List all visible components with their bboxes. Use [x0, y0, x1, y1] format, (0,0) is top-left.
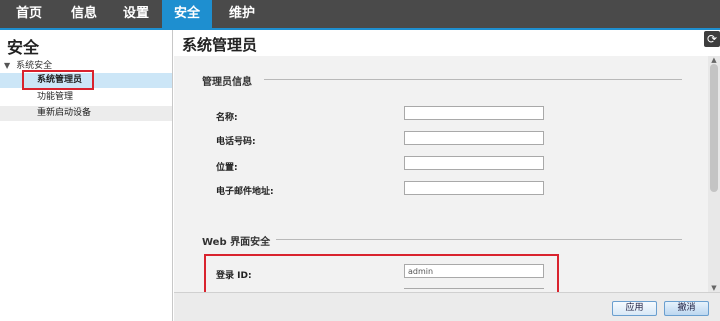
scroll-thumb[interactable] [710, 64, 718, 192]
tab-info[interactable]: 信息 [58, 0, 110, 28]
field-label-location: 位置: [216, 163, 238, 173]
section-title-admin-info: 管理员信息 [202, 77, 252, 88]
scrollbar[interactable]: ▲ ▼ [708, 56, 720, 292]
section-divider [276, 239, 682, 240]
field-label-phone: 电话号码: [216, 137, 256, 147]
scroll-up-arrow-icon[interactable]: ▲ [709, 56, 719, 64]
tab-settings[interactable]: 设置 [110, 0, 162, 28]
refresh-icon[interactable]: ⟳ [704, 31, 720, 47]
action-footer: 应用 撤消 [174, 292, 720, 321]
sidebar-item-restart-device[interactable]: 重新启动设备 [0, 106, 172, 121]
field-label-email: 电子邮件地址: [216, 187, 274, 197]
location-field[interactable] [404, 156, 544, 170]
highlight-box [22, 70, 94, 90]
highlight-box [204, 254, 559, 294]
tab-maintenance[interactable]: 维护 [212, 0, 272, 28]
sidebar-title: 安全 [7, 38, 40, 57]
email-field[interactable] [404, 181, 544, 195]
sidebar-item-label: 重新启动设备 [37, 108, 92, 118]
section-title-web-security: Web 界面安全 [202, 237, 271, 248]
page-title: 系统管理员 [182, 36, 258, 54]
tab-home[interactable]: 首页 [0, 0, 58, 28]
phone-field[interactable] [404, 131, 544, 145]
name-field[interactable] [404, 106, 544, 120]
cancel-button[interactable]: 撤消 [664, 301, 709, 316]
expand-triangle-icon[interactable]: ▼ [4, 61, 10, 70]
top-nav-bar: 首页 信息 设置 安全 维护 [0, 0, 720, 28]
tab-security[interactable]: 安全 [162, 0, 212, 28]
apply-button[interactable]: 应用 [612, 301, 657, 316]
field-label-name: 名称: [216, 113, 238, 123]
sidebar: 安全 ▼ 系统安全 系统管理员 功能管理 重新启动设备 [0, 30, 173, 321]
section-divider [264, 79, 682, 80]
sidebar-item-function-management[interactable]: 功能管理 [0, 90, 172, 105]
sidebar-item-label: 功能管理 [37, 92, 74, 102]
scroll-down-arrow-icon[interactable]: ▼ [709, 284, 719, 292]
main-panel: 系统管理员 ⟳ 管理员信息 名称: 电话号码: 位置: 电子邮件地址: Web … [174, 30, 720, 321]
